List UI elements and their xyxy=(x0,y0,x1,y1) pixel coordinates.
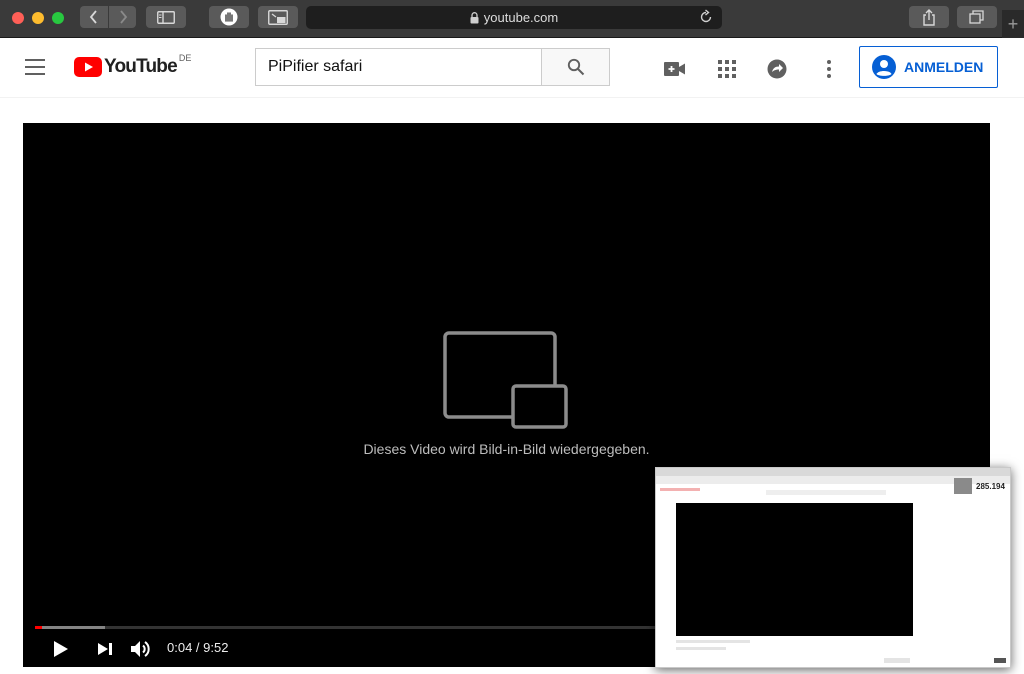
minimize-window-button[interactable] xyxy=(32,12,44,24)
next-button[interactable] xyxy=(93,637,117,661)
pip-window-searchbar xyxy=(766,490,886,495)
create-video-icon xyxy=(664,62,685,76)
forward-button[interactable] xyxy=(108,6,136,28)
search-icon xyxy=(567,58,584,76)
sidebar-button[interactable] xyxy=(146,6,186,28)
volume-icon xyxy=(131,641,150,657)
logo-text: YouTube xyxy=(104,56,178,77)
close-window-button[interactable] xyxy=(12,12,24,24)
lock-icon xyxy=(470,11,479,23)
pip-icon xyxy=(443,331,568,429)
new-tab-icon: + xyxy=(1007,13,1019,34)
pip-window-text-line xyxy=(676,640,750,643)
sign-in-label: ANMELDEN xyxy=(904,59,984,75)
show-tabs-button[interactable] xyxy=(957,6,997,28)
youtube-logo[interactable]: YouTube DE xyxy=(74,53,192,78)
apps-grid-icon xyxy=(718,60,736,78)
next-icon xyxy=(98,643,112,655)
time-display: 0:04 / 9:52 xyxy=(167,640,229,655)
youtube-header: YouTube DE PiPifier safari ANMELDEN xyxy=(0,38,1024,98)
pip-window-thumbnail xyxy=(954,478,972,494)
more-vert-icon xyxy=(827,60,831,78)
pip-window-count: 285.194 xyxy=(976,482,1005,491)
sidebar-icon xyxy=(157,10,175,24)
progress-buffered xyxy=(35,626,105,629)
pip-window-text-line xyxy=(884,658,910,663)
share-icon xyxy=(923,8,935,26)
share-button[interactable] xyxy=(909,6,949,28)
youtube-play-logo-icon xyxy=(74,57,102,77)
mute-button[interactable] xyxy=(129,637,153,661)
tabs-icon xyxy=(969,10,984,24)
logo-region: DE xyxy=(178,53,192,63)
pip-extension-button[interactable] xyxy=(258,6,298,28)
apps-button[interactable] xyxy=(715,57,739,81)
progress-played xyxy=(35,626,42,629)
reload-icon[interactable] xyxy=(698,9,714,25)
pip-toggle-icon xyxy=(268,9,288,25)
search-button[interactable] xyxy=(541,48,610,86)
navigation-buttons xyxy=(80,6,136,28)
search-input[interactable]: PiPifier safari xyxy=(255,48,541,86)
sign-in-button[interactable]: ANMELDEN xyxy=(859,46,998,88)
new-tab-button[interactable]: + xyxy=(1002,10,1024,38)
address-url: youtube.com xyxy=(483,10,559,25)
account-icon xyxy=(872,55,896,79)
pip-window-logo xyxy=(660,488,700,491)
settings-more-button[interactable] xyxy=(817,57,841,81)
chevron-left-icon xyxy=(89,10,97,24)
menu-icon[interactable] xyxy=(25,59,45,80)
pip-window[interactable]: 285.194 xyxy=(655,467,1011,668)
pip-window-video xyxy=(676,503,913,636)
privacy-extension-button[interactable] xyxy=(209,6,249,28)
pip-message: Dieses Video wird Bild-in-Bild wiedergeg… xyxy=(363,441,650,457)
chevron-right-icon xyxy=(119,10,127,24)
pip-window-toolbar xyxy=(656,468,1010,476)
share-arrow-icon xyxy=(767,59,787,79)
pip-window-close-chip xyxy=(994,658,1006,663)
search-input-value: PiPifier safari xyxy=(268,58,363,75)
privacy-hand-icon xyxy=(220,8,238,26)
zoom-window-button[interactable] xyxy=(52,12,64,24)
back-button[interactable] xyxy=(80,6,108,28)
address-bar[interactable]: youtube.com xyxy=(306,6,722,29)
messages-button[interactable] xyxy=(765,57,789,81)
create-video-button[interactable] xyxy=(663,57,687,81)
play-icon xyxy=(54,641,68,657)
play-button[interactable] xyxy=(49,637,73,661)
pip-window-text-line xyxy=(676,647,726,650)
safari-toolbar: youtube.com + xyxy=(0,0,1024,38)
